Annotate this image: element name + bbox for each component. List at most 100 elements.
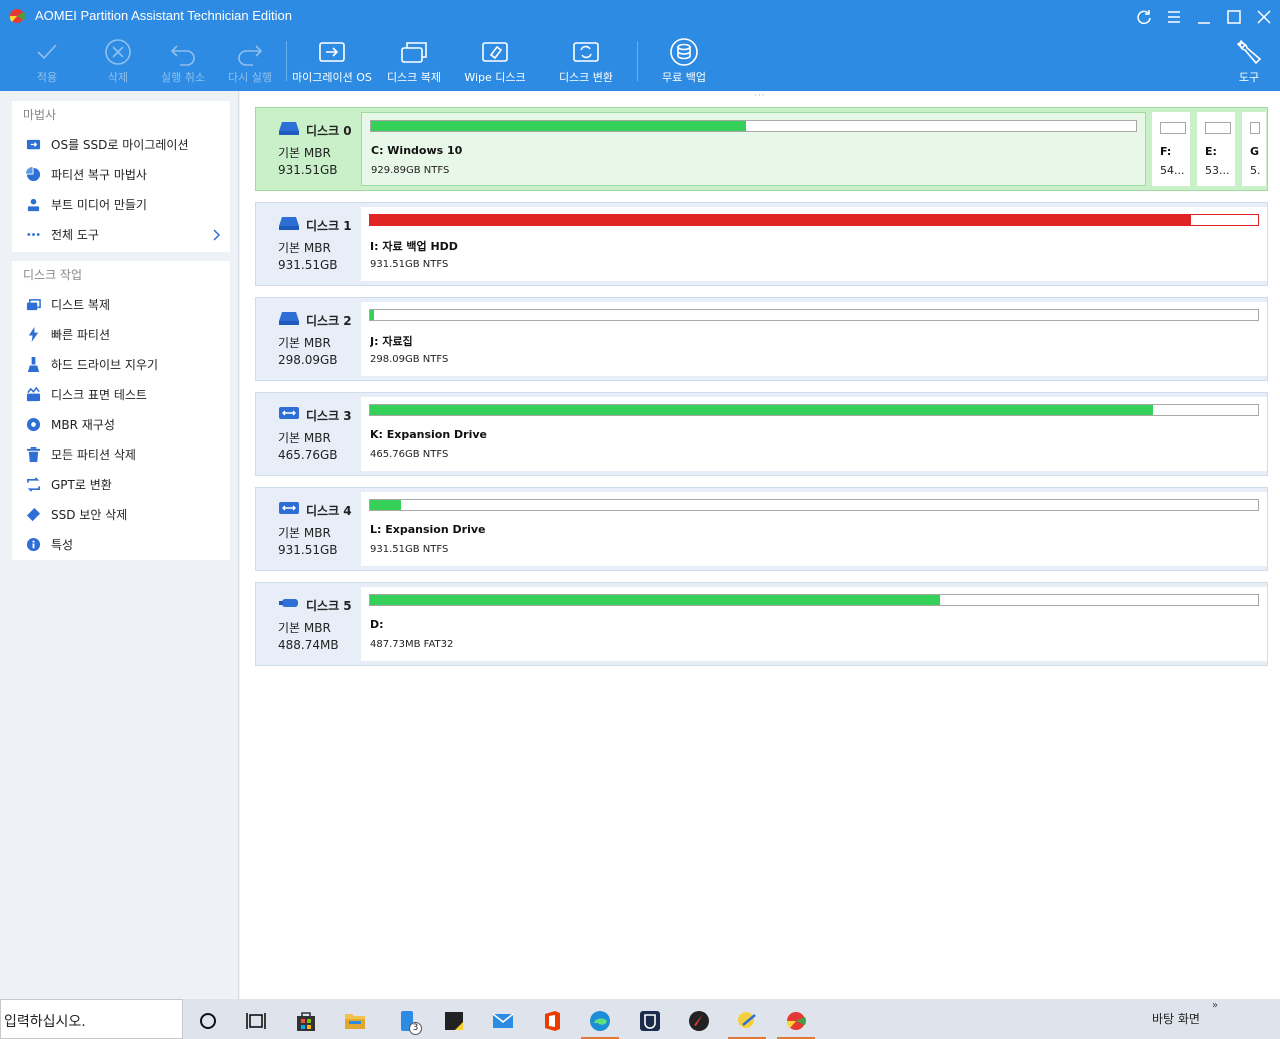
sidebar-item-wipe-hard-drive[interactable]: 하드 드라이브 지우기 — [12, 349, 230, 379]
window-title: AOMEI Partition Assistant Technician Edi… — [35, 8, 292, 23]
sidebar-item-convert-to-gpt[interactable]: GPT로 변환 — [12, 469, 230, 499]
edge-icon[interactable] — [577, 1003, 623, 1039]
resize-grip[interactable]: ··· — [754, 91, 766, 101]
apply-button[interactable]: 적용 — [7, 37, 87, 87]
disk-row[interactable]: 디스크 5 기본 MBR 488.74MB D: 487.73MB FAT32 — [255, 582, 1268, 666]
partition-block[interactable]: I: 자료 백업 HDD 931.51GB NTFS — [361, 207, 1267, 281]
partition-usage-fill — [370, 215, 1191, 225]
free-backup-button[interactable]: 무료 백업 — [644, 37, 724, 87]
partition-block[interactable]: C: Windows 10 929.89GB NTFS — [361, 112, 1146, 186]
sidebar-item-delete-all-partitions[interactable]: 모든 파티션 삭제 — [12, 439, 230, 469]
wipe-disk-button[interactable]: Wipe 디스크 — [455, 37, 535, 87]
taskbar-search-input[interactable]: 입력하십시오. — [0, 999, 183, 1039]
disk-type: 기본 MBR — [278, 431, 331, 445]
disk-type: 기본 MBR — [278, 526, 331, 540]
maximize-icon[interactable] — [1223, 6, 1245, 28]
disk-type: 기본 MBR — [278, 336, 331, 350]
sidebar-item-disk-clone[interactable]: 디스트 복제 — [12, 289, 230, 319]
app-red-icon[interactable] — [676, 1003, 722, 1039]
sidebar-item-label: 파티션 복구 마법사 — [51, 167, 147, 182]
task-view-icon[interactable] — [233, 1003, 279, 1039]
bitwarden-icon[interactable] — [627, 1003, 673, 1039]
aomei-icon[interactable] — [773, 1003, 819, 1039]
migrate-os-button[interactable]: 마이그레이션 OS — [292, 37, 372, 87]
disk-info: 디스크 1 기본 MBR 931.51GB — [256, 203, 360, 285]
phone-icon[interactable]: 3 — [384, 1003, 430, 1039]
close-icon[interactable] — [1253, 6, 1275, 28]
partition-usage-fill — [370, 310, 374, 320]
partition-block[interactable]: D: 487.73MB FAT32 — [361, 587, 1267, 661]
disk-size: 931.51GB — [278, 258, 338, 272]
partition-block[interactable]: G 5. — [1242, 112, 1266, 186]
refresh-icon[interactable] — [1133, 6, 1155, 28]
disk-clone-button[interactable]: 디스크 복제 — [374, 37, 454, 87]
partition-name: G — [1250, 145, 1260, 158]
surface-test-icon — [25, 386, 41, 402]
partition-name: F: — [1160, 145, 1172, 158]
wizard-panel: 마법사 OS를 SSD로 마이그레이션 파티션 복구 마법사 부트 미디어 만들… — [12, 101, 230, 252]
sidebar-item-rebuild-mbr[interactable]: MBR 재구성 — [12, 409, 230, 439]
toolbar-divider — [286, 41, 287, 81]
disk-clone-icon — [25, 296, 41, 312]
partition-detail: 487.73MB FAT32 — [370, 639, 454, 650]
sidebar-item-surface-test[interactable]: 디스크 표면 테스트 — [12, 379, 230, 409]
app-yellow-icon[interactable] — [724, 1003, 770, 1039]
migrate-os-label: 마이그레이션 OS — [292, 71, 372, 84]
partition-usage-bar — [369, 309, 1259, 321]
partition-block[interactable]: E: 53... — [1197, 112, 1235, 186]
disk-name: 디스크 3 — [306, 409, 352, 423]
disk-row[interactable]: 디스크 2 기본 MBR 298.09GB J: 자료집 298.09GB NT… — [255, 297, 1268, 381]
sidebar-item-quick-partition[interactable]: 빠른 파티션 — [12, 319, 230, 349]
sidebar-item-properties[interactable]: 특성 — [12, 529, 230, 559]
menu-icon[interactable] — [1163, 6, 1185, 28]
sidebar-item-all-tools[interactable]: 전체 도구 — [12, 219, 230, 249]
partition-block[interactable]: K: Expansion Drive 465.76GB NTFS — [361, 397, 1267, 471]
sticky-notes-icon[interactable] — [431, 1003, 477, 1039]
partition-usage-fill — [370, 405, 1154, 415]
desktop-toolbar-label[interactable]: 바탕 화면 — [1152, 1010, 1200, 1027]
boot-media-icon — [25, 196, 41, 212]
info-icon — [25, 536, 41, 552]
partition-usage-bar — [370, 120, 1137, 132]
disk-info: 디스크 3 기본 MBR 465.76GB — [256, 393, 360, 475]
sidebar-item-ssd-secure-erase[interactable]: SSD 보안 삭제 — [12, 499, 230, 529]
file-explorer-icon[interactable] — [332, 1003, 378, 1039]
tools-label: 도구 — [1238, 71, 1260, 84]
free-backup-label: 무료 백업 — [662, 71, 706, 84]
partition-block[interactable]: F: 54... — [1152, 112, 1190, 186]
sidebar-item-boot-media[interactable]: 부트 미디어 만들기 — [12, 189, 230, 219]
toolbar-divider — [637, 41, 638, 81]
partition-detail: 465.76GB NTFS — [370, 449, 449, 460]
tools-button[interactable]: 도구 — [1209, 37, 1280, 87]
tray-expand-icon[interactable]: » — [1212, 1000, 1218, 1011]
redo-button[interactable]: 다시 실행 — [210, 37, 290, 87]
store-icon[interactable] — [283, 1003, 329, 1039]
partition-block[interactable]: J: 자료집 298.09GB NTFS — [361, 302, 1267, 376]
partition-usage-bar — [369, 404, 1259, 416]
disk-row[interactable]: 디스크 1 기본 MBR 931.51GB I: 자료 백업 HDD 931.5… — [255, 202, 1268, 286]
disk-convert-button[interactable]: 디스크 변환 — [546, 37, 626, 87]
disk-name: 디스크 2 — [306, 314, 352, 328]
hdd-icon — [278, 120, 300, 136]
lightning-icon — [25, 326, 41, 342]
minimize-icon[interactable] — [1193, 6, 1215, 28]
sidebar-item-migrate-os-to-ssd[interactable]: OS를 SSD로 마이그레이션 — [12, 129, 230, 159]
partition-usage-bar — [1205, 122, 1231, 134]
convert-icon — [25, 476, 41, 492]
office-icon[interactable] — [529, 1003, 575, 1039]
disk-clone-label: 디스크 복제 — [386, 71, 442, 84]
disk-row[interactable]: 디스크 4 기본 MBR 931.51GB L: Expansion Drive… — [255, 487, 1268, 571]
disk-type: 기본 MBR — [278, 241, 331, 255]
rebuild-mbr-icon — [25, 416, 41, 432]
partition-detail: 53... — [1205, 164, 1230, 177]
partition-name: K: Expansion Drive — [370, 428, 487, 441]
disk-row[interactable]: 디스크 0 기본 MBR 931.51GB C: Windows 10 929.… — [255, 107, 1268, 191]
sidebar-item-label: 빠른 파티션 — [51, 327, 111, 342]
disk-row[interactable]: 디스크 3 기본 MBR 465.76GB K: Expansion Drive… — [255, 392, 1268, 476]
partition-block[interactable]: L: Expansion Drive 931.51GB NTFS — [361, 492, 1267, 566]
wizard-panel-title: 마법사 — [23, 108, 57, 122]
disk-info: 디스크 5 기본 MBR 488.74MB — [256, 583, 360, 665]
sidebar-item-partition-recovery[interactable]: 파티션 복구 마법사 — [12, 159, 230, 189]
mail-icon[interactable] — [480, 1003, 526, 1039]
cortana-icon[interactable] — [185, 1003, 231, 1039]
